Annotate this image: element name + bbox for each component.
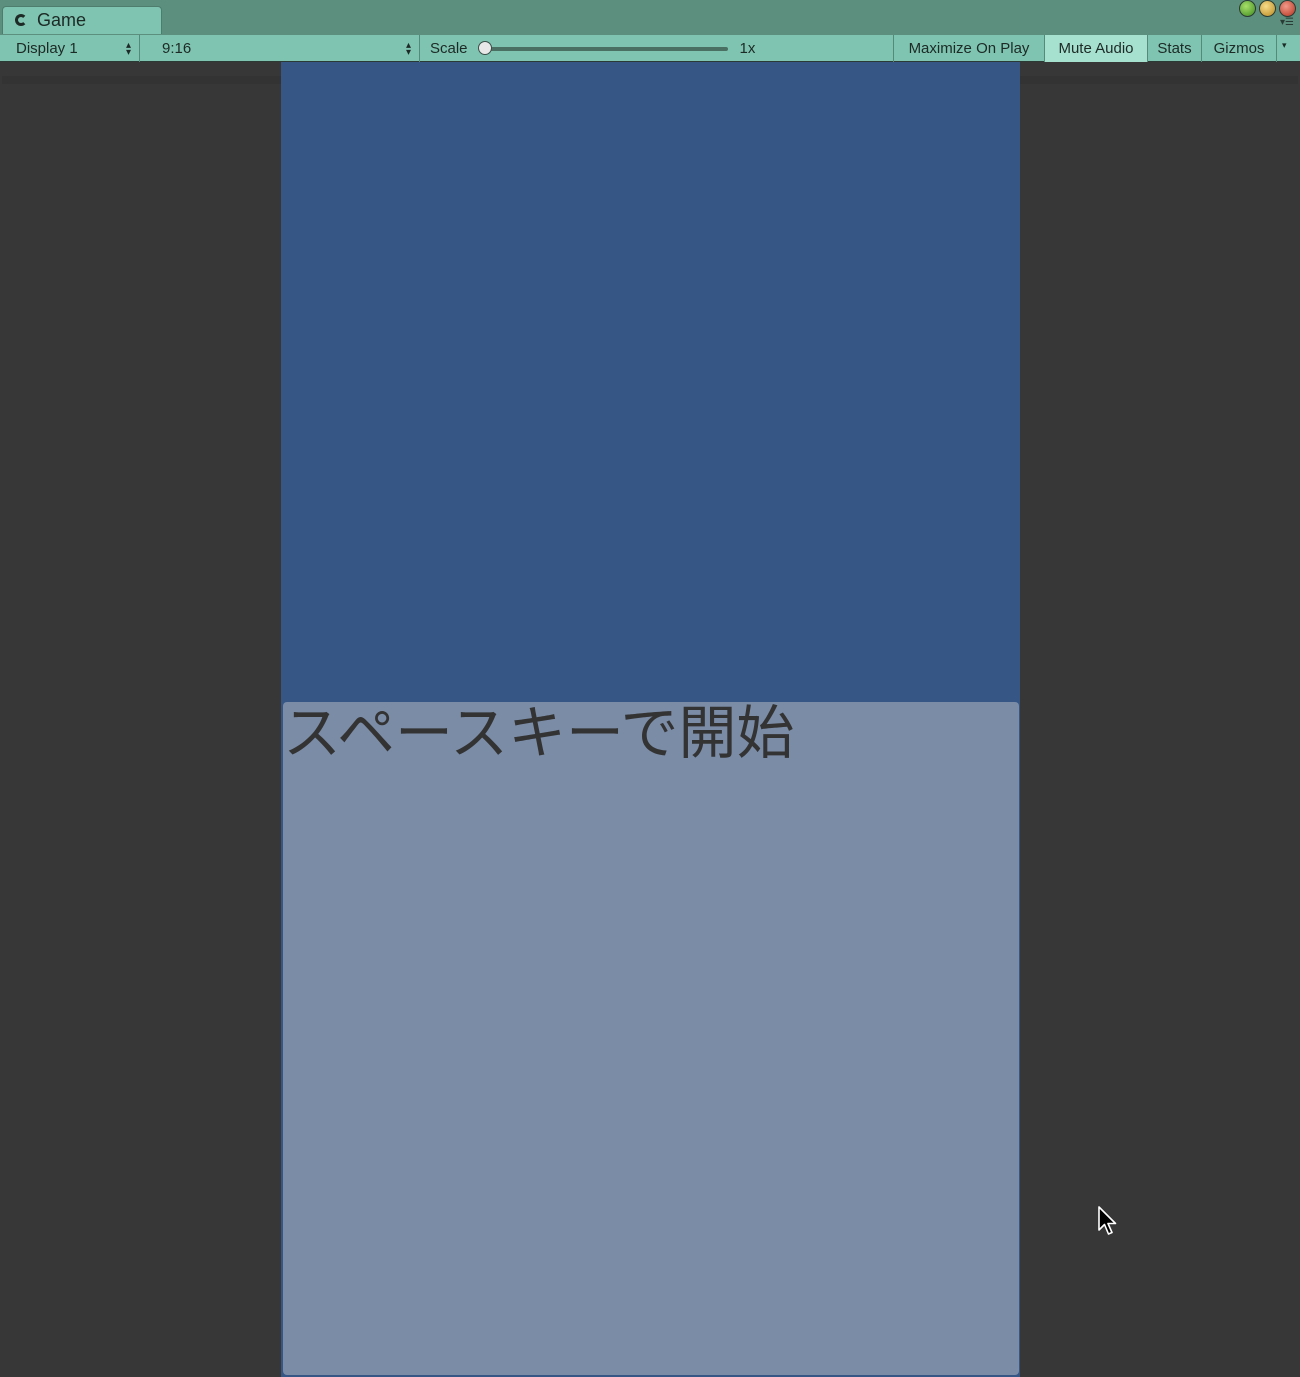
close-window-icon[interactable]: [1279, 0, 1296, 17]
mute-audio-button[interactable]: Mute Audio: [1045, 35, 1148, 62]
aspect-dropdown[interactable]: 9:16 ▴ ▾: [152, 35, 420, 62]
gizmos-button[interactable]: Gizmos: [1202, 35, 1276, 62]
tab-title: Game: [37, 10, 87, 30]
tab-game[interactable]: Game: [2, 6, 162, 34]
zoom-window-icon[interactable]: [1239, 0, 1256, 17]
mouse-cursor-icon: [1098, 1206, 1117, 1235]
aspect-dropdown-label: 9:16: [162, 40, 192, 57]
updown-arrows-icon: ▴ ▾: [125, 39, 131, 58]
unity-game-window: Game ▾☰ Display 1 ▴ ▾ 9:16 ▴ ▾ Scale 1x Ma…: [0, 0, 1300, 1377]
stats-label: Stats: [1157, 40, 1192, 57]
start-prompt-text: スペースキーで開始: [283, 699, 795, 767]
window-controls: [1239, 0, 1296, 17]
gizmos-label: Gizmos: [1213, 40, 1265, 57]
game-toolbar: Display 1 ▴ ▾ 9:16 ▴ ▾ Scale 1x Maximize O…: [0, 34, 1300, 62]
display-dropdown-label: Display 1: [16, 40, 78, 57]
mute-audio-label: Mute Audio: [1058, 40, 1134, 57]
maximize-on-play-label: Maximize On Play: [908, 40, 1030, 57]
gizmos-dropdown-arrow-icon[interactable]: ▾: [1276, 35, 1298, 62]
display-dropdown[interactable]: Display 1 ▴ ▾: [6, 35, 140, 62]
stats-button[interactable]: Stats: [1148, 35, 1202, 62]
scale-control: Scale 1x: [422, 35, 892, 62]
tab-strip: Game ▾☰: [0, 0, 1300, 34]
game-controller-icon: [15, 13, 29, 28]
scale-label: Scale: [430, 40, 468, 57]
scale-slider-thumb[interactable]: [477, 40, 492, 55]
updown-arrows-icon: ▴ ▾: [405, 39, 411, 58]
ui-panel: スペースキーで開始: [283, 702, 1019, 1375]
maximize-on-play-button[interactable]: Maximize On Play: [893, 35, 1045, 62]
scale-slider[interactable]: [477, 40, 728, 55]
minimize-window-icon[interactable]: [1259, 0, 1276, 17]
panel-menu-icon[interactable]: ▾☰: [1280, 18, 1294, 28]
scale-value: 1x: [739, 40, 756, 57]
